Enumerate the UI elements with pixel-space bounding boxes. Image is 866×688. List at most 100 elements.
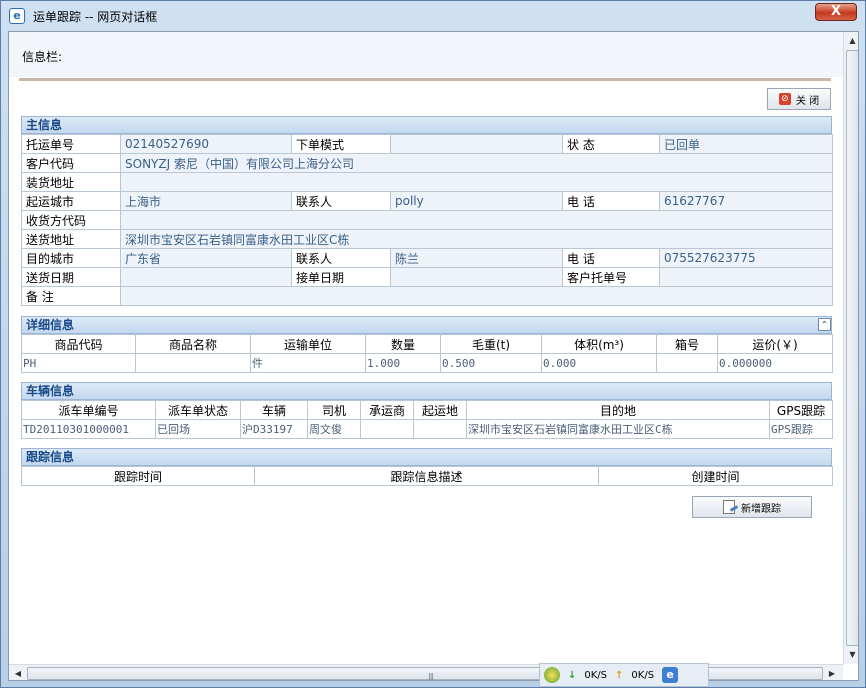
value-consignee-code [120, 210, 833, 230]
column-header: 运价(￥) [717, 334, 833, 354]
label-delivery-date: 送货日期 [21, 267, 121, 287]
label-delivery-address: 送货地址 [21, 229, 121, 249]
column-header: 起运地 [413, 400, 467, 420]
cell-carrier [360, 419, 414, 439]
label-status: 状 态 [562, 134, 660, 154]
table-header-row: 派车单编号 派车单状态 车辆 司机 承运商 起运地 目的地 GPS跟踪 [21, 400, 833, 420]
cell-quantity: 1.000 [365, 353, 441, 373]
table-row: PH 件 1.000 0.500 0.000 0.000000 [21, 353, 833, 373]
column-header: 跟踪时间 [21, 466, 255, 486]
label-consignee-code: 收货方代码 [21, 210, 121, 230]
value-destination-contact: 陈兰 [390, 248, 563, 268]
cell-volume: 0.000 [541, 353, 657, 373]
column-header: 派车单状态 [155, 400, 241, 420]
table-header-row: 跟踪时间 跟踪信息描述 创建时间 [21, 466, 833, 486]
vehicle-info-heading: 车辆信息 [21, 382, 832, 400]
cell-driver: 周文俊 [307, 419, 361, 439]
cell-dispatch-status: 已回场 [155, 419, 241, 439]
cell-box-no [656, 353, 718, 373]
add-tracking-button[interactable]: 新增跟踪 [692, 496, 812, 518]
scroll-down-icon[interactable]: ▼ [846, 648, 858, 662]
label-order-mode: 下单模式 [291, 134, 391, 154]
detail-info-section: 详细信息 ⌃ 商品代码 商品名称 运输单位 数量 毛重(t) 体积(m³) 箱号… [21, 316, 833, 373]
value-remarks [120, 286, 833, 306]
label-customer-order-no: 客户托单号 [562, 267, 660, 287]
table-row: 目的城市 广东省 联系人 陈兰 电 话 075527623775 [21, 248, 833, 268]
download-rate: 0K/S [584, 669, 608, 681]
label-destination-city: 目的城市 [21, 248, 121, 268]
value-destination-phone: 075527623775 [659, 248, 833, 268]
tracking-info-heading: 跟踪信息 [21, 448, 832, 466]
column-header: 毛重(t) [440, 334, 542, 354]
scroll-left-icon[interactable]: ◀ [11, 667, 25, 680]
collapse-icon[interactable]: ⌃ [818, 318, 831, 331]
value-order-date [390, 267, 563, 287]
cell-origin [413, 419, 467, 439]
table-row: 托运单号 02140527690 下单模式 状 态 已回单 [21, 134, 833, 154]
network-globe-icon [544, 667, 560, 683]
horizontal-scrollbar[interactable]: ◀ ||| ▶ [9, 664, 843, 681]
cell-gross-weight: 0.500 [440, 353, 542, 373]
table-row: 起运城市 上海市 联系人 polly 电 话 61627767 [21, 191, 833, 211]
table-row: TD20110301000001 已回场 沪D33197 周文俊 深圳市宝安区石… [21, 419, 833, 439]
table-row: 备 注 [21, 286, 833, 306]
column-header: 商品代码 [21, 334, 136, 354]
column-header: 承运商 [360, 400, 414, 420]
main-info-heading: 主信息 [21, 116, 832, 134]
label-loading-address: 装货地址 [21, 172, 121, 192]
value-waybill-no: 02140527690 [120, 134, 292, 154]
gps-tracking-link[interactable]: GPS跟踪 [769, 419, 833, 439]
column-header: 箱号 [656, 334, 718, 354]
tracking-info-table: 跟踪时间 跟踪信息描述 创建时间 [21, 466, 833, 486]
info-bar-label: 信息栏: [22, 50, 63, 64]
upload-arrow-icon: ↑ [615, 669, 624, 681]
column-header: 司机 [307, 400, 361, 420]
value-delivery-date [120, 267, 292, 287]
cell-unit: 件 [250, 353, 366, 373]
column-header: GPS跟踪 [769, 400, 833, 420]
cell-vehicle: 沪D33197 [240, 419, 308, 439]
label-origin-phone: 电 话 [562, 191, 660, 211]
label-waybill-no: 托运单号 [21, 134, 121, 154]
scroll-right-icon[interactable]: ▶ [825, 667, 839, 680]
window-close-button[interactable]: X [815, 3, 857, 21]
cell-product-name [135, 353, 251, 373]
table-row: 装货地址 [21, 172, 833, 192]
value-customer-order-no [659, 267, 833, 287]
tracking-info-section: 跟踪信息 跟踪时间 跟踪信息描述 创建时间 [21, 448, 833, 486]
value-destination-city: 广东省 [120, 248, 292, 268]
value-customer-code: SONYZJ 索尼（中国）有限公司上海分公司 [120, 153, 833, 173]
dialog-content: 信息栏: ⊘ 关 闭 主信息 托运单号 02140527690 下单模式 状 态… [8, 31, 859, 681]
table-row: 客户代码 SONYZJ 索尼（中国）有限公司上海分公司 [21, 153, 833, 173]
close-button[interactable]: ⊘ 关 闭 [767, 88, 831, 110]
value-delivery-address: 深圳市宝安区石岩镇同富康水田工业区C栋 [120, 229, 833, 249]
column-header: 目的地 [466, 400, 770, 420]
upload-rate: 0K/S [631, 669, 655, 681]
cell-product-code: PH [21, 353, 136, 373]
info-bar: 信息栏: [9, 32, 843, 77]
table-header-row: 商品代码 商品名称 运输单位 数量 毛重(t) 体积(m³) 箱号 运价(￥) [21, 334, 833, 354]
value-status: 已回单 [659, 134, 833, 154]
add-tracking-label: 新增跟踪 [741, 503, 781, 515]
close-button-label: 关 闭 [795, 95, 820, 107]
window-title: 运单跟踪 -- 网页对话框 [33, 9, 158, 24]
grip-icon: ||| [428, 672, 434, 681]
label-origin-contact: 联系人 [291, 191, 391, 211]
ie-icon[interactable]: e [662, 667, 679, 683]
detail-info-table: 商品代码 商品名称 运输单位 数量 毛重(t) 体积(m³) 箱号 运价(￥) … [21, 334, 833, 373]
vehicle-info-table: 派车单编号 派车单状态 车辆 司机 承运商 起运地 目的地 GPS跟踪 TD20… [21, 400, 833, 439]
label-remarks: 备 注 [21, 286, 121, 306]
dialog-window: e 运单跟踪 -- 网页对话框 X 信息栏: ⊘ 关 闭 主信息 托运单号 02… [0, 0, 866, 688]
ie-page-icon: e [9, 8, 25, 24]
vertical-scrollbar[interactable]: ▲ ▼ [843, 32, 858, 664]
vertical-scroll-thumb[interactable] [846, 50, 858, 646]
cell-dispatch-no: TD20110301000001 [21, 419, 156, 439]
detail-info-heading: 详细信息 ⌃ [21, 316, 832, 334]
value-origin-phone: 61627767 [659, 191, 833, 211]
column-header: 运输单位 [250, 334, 366, 354]
network-status-bar: ↓ 0K/S ↑ 0K/S e [539, 663, 709, 687]
scroll-up-icon[interactable]: ▲ [846, 34, 858, 48]
value-origin-city: 上海市 [120, 191, 292, 211]
label-customer-code: 客户代码 [21, 153, 121, 173]
column-header: 创建时间 [598, 466, 833, 486]
